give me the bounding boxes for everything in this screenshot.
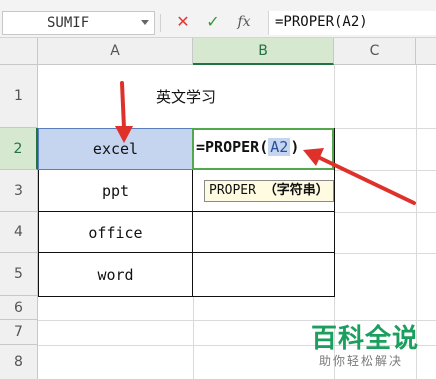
row-header-2[interactable]: 2 <box>0 128 38 170</box>
function-tooltip: PROPER （字符串） <box>204 180 334 202</box>
row-header-5[interactable]: 5 <box>0 253 38 296</box>
formula-suffix: ) <box>290 138 300 156</box>
insert-function-icon[interactable]: fx <box>232 11 256 33</box>
gridline-col-b-lower <box>193 296 194 379</box>
gridline-row-2 <box>334 128 436 129</box>
row-header-7[interactable]: 7 <box>0 320 38 345</box>
name-box-value: SUMIF <box>47 15 90 31</box>
cancel-icon[interactable]: ✕ <box>172 11 194 33</box>
formula-input[interactable]: =PROPER(A2) <box>268 11 436 35</box>
row-header-1[interactable]: 1 <box>0 65 38 128</box>
formula-reference: A2 <box>268 138 291 156</box>
gridline-row-5 <box>334 253 436 254</box>
formula-bar: SUMIF ✕ ✓ fx =PROPER(A2) <box>0 8 436 38</box>
cell-b2-formula: =PROPER(A2) <box>196 138 299 156</box>
watermark-sub: 助你轻松解决 <box>319 354 404 368</box>
name-box[interactable]: SUMIF <box>2 11 155 35</box>
watermark-logo: 百科全说 助你轻松解决 <box>311 318 431 372</box>
select-all-corner[interactable] <box>0 38 38 65</box>
watermark-main: 百科全说 <box>311 324 420 354</box>
window-top-strip <box>0 0 436 8</box>
column-header-c[interactable]: C <box>334 38 416 65</box>
cell-a4[interactable]: office <box>38 212 193 253</box>
formula-input-value: =PROPER(A2) <box>275 14 368 30</box>
column-header-a[interactable]: A <box>38 38 193 65</box>
row-header-4[interactable]: 4 <box>0 212 38 253</box>
row-header-3[interactable]: 3 <box>0 170 38 212</box>
cell-a5[interactable]: word <box>38 253 193 296</box>
cell-a2[interactable]: excel <box>38 128 193 170</box>
formula-prefix: =PROPER( <box>196 138 269 156</box>
row-header-8[interactable]: 8 <box>0 345 38 379</box>
gridline-row-4 <box>334 212 436 213</box>
chevron-down-icon[interactable] <box>141 20 149 25</box>
column-header-next[interactable] <box>416 38 436 65</box>
formula-bar-divider <box>160 14 161 32</box>
cell-a3[interactable]: ppt <box>38 170 193 212</box>
row-header-6[interactable]: 6 <box>0 296 38 320</box>
tooltip-function: PROPER <box>209 183 256 198</box>
tooltip-argument: （字符串） <box>263 183 329 198</box>
gridline-row-3 <box>334 170 436 171</box>
column-header-b[interactable]: B <box>193 38 334 65</box>
confirm-icon[interactable]: ✓ <box>202 11 224 33</box>
cell-title[interactable]: 英文学习 <box>38 65 334 128</box>
